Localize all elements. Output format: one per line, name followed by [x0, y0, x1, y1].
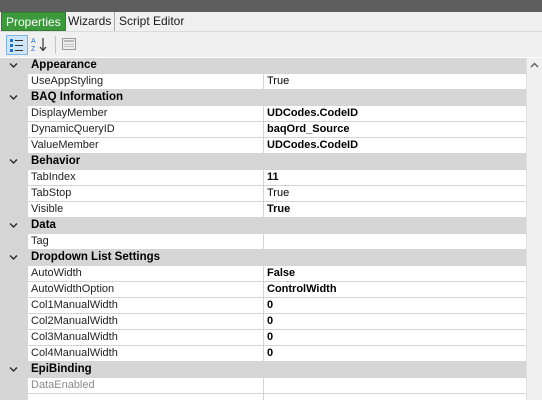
property-row-displaymember[interactable]: DisplayMember UDCodes.CodeID	[0, 105, 526, 122]
title-bar	[0, 0, 542, 12]
property-name: TabStop	[31, 187, 72, 199]
property-value[interactable]: UDCodes.CodeID	[263, 106, 525, 121]
row-gutter	[0, 265, 28, 282]
tab-wizards[interactable]: Wizards	[64, 12, 115, 31]
row-gutter	[0, 233, 28, 250]
property-row-col1manualwidth[interactable]: Col1ManualWidth 0	[0, 297, 526, 314]
property-value[interactable]: True	[263, 74, 525, 89]
category-title: Behavior	[31, 155, 81, 167]
category-behavior[interactable]: Behavior	[0, 154, 526, 170]
vertical-scrollbar[interactable]	[526, 58, 542, 400]
property-pages-icon	[62, 38, 76, 50]
property-value[interactable]: 0	[263, 330, 525, 345]
row-gutter	[0, 185, 28, 202]
row-gutter	[0, 137, 28, 154]
property-name: DataEnabled	[31, 379, 95, 391]
property-value[interactable]: 0	[263, 298, 525, 313]
chevron-down-icon[interactable]	[9, 221, 18, 230]
property-value[interactable]: True	[263, 186, 525, 201]
property-name: Visible	[31, 203, 64, 215]
property-name: AutoWidth	[31, 267, 82, 279]
category-title: Appearance	[31, 59, 97, 71]
category-dropdown-list-settings[interactable]: Dropdown List Settings	[0, 250, 526, 266]
property-value[interactable]: 11	[263, 170, 525, 185]
toolbar-separator	[55, 36, 56, 54]
property-name: AutoWidthOption	[31, 283, 115, 295]
row-gutter	[0, 313, 28, 330]
row-gutter	[0, 393, 28, 400]
property-row-dataenabled[interactable]: DataEnabled	[0, 377, 526, 394]
category-title: BAQ Information	[31, 91, 123, 103]
property-name: TabIndex	[31, 171, 76, 183]
row-gutter	[0, 281, 28, 298]
property-value[interactable]: UDCodes.CodeID	[263, 138, 525, 153]
row-gutter	[0, 73, 28, 90]
property-value[interactable]: True	[263, 202, 525, 217]
chevron-down-icon[interactable]	[9, 93, 18, 102]
property-row-col3manualwidth[interactable]: Col3ManualWidth 0	[0, 329, 526, 346]
property-value[interactable]: False	[263, 266, 525, 281]
chevron-down-icon[interactable]	[9, 61, 18, 70]
property-row-autowidth[interactable]: AutoWidth False	[0, 265, 526, 282]
property-name: DynamicQueryID	[31, 123, 115, 135]
svg-text:A: A	[31, 38, 36, 45]
category-title: EpiBinding	[31, 363, 92, 375]
chevron-down-icon[interactable]	[9, 157, 18, 166]
property-row-tag[interactable]: Tag	[0, 233, 526, 250]
property-value[interactable]: 0	[263, 314, 525, 329]
sort-az-icon: A Z	[31, 38, 47, 53]
row-gutter	[0, 329, 28, 346]
property-row-tabindex[interactable]: TabIndex 11	[0, 169, 526, 186]
property-name: UseAppStyling	[31, 75, 104, 87]
property-name: Col3ManualWidth	[31, 331, 118, 343]
row-gutter	[0, 201, 28, 218]
property-name: Col4ManualWidth	[31, 347, 118, 359]
property-pages-button[interactable]	[59, 35, 81, 55]
row-gutter	[0, 377, 28, 394]
property-name: Col1ManualWidth	[31, 299, 118, 311]
property-grid-toolbar: A Z	[0, 31, 542, 57]
row-gutter	[0, 121, 28, 138]
property-row-visible[interactable]: Visible True	[0, 201, 526, 218]
property-value[interactable]: ControlWidth	[263, 282, 525, 297]
property-value[interactable]	[263, 234, 525, 249]
category-epibinding[interactable]: EpiBinding	[0, 362, 526, 378]
chevron-down-icon[interactable]	[9, 365, 18, 374]
property-value[interactable]: baqOrd_Source	[263, 122, 525, 137]
property-name: Col2ManualWidth	[31, 315, 118, 327]
property-name: DisplayMember	[31, 107, 108, 119]
categorized-view-icon	[10, 39, 23, 52]
property-name: ValueMember	[31, 139, 99, 151]
chevron-down-icon[interactable]	[9, 253, 18, 262]
property-name: Tag	[31, 235, 49, 247]
row-gutter	[0, 297, 28, 314]
property-row-useappstyling[interactable]: UseAppStyling True	[0, 73, 526, 90]
tab-strip: Properties Wizards Script Editor	[0, 12, 542, 31]
row-gutter	[0, 169, 28, 186]
property-row-autowidthoption[interactable]: AutoWidthOption ControlWidth	[0, 281, 526, 298]
property-value[interactable]: 0	[263, 346, 525, 361]
property-row-tabstop[interactable]: TabStop True	[0, 185, 526, 202]
property-value[interactable]	[263, 394, 525, 400]
property-row-valuemember[interactable]: ValueMember UDCodes.CodeID	[0, 137, 526, 154]
categorized-view-button[interactable]	[6, 35, 28, 55]
row-gutter	[0, 345, 28, 362]
category-title: Dropdown List Settings	[31, 251, 161, 263]
category-data[interactable]: Data	[0, 218, 526, 234]
row-gutter	[0, 105, 28, 122]
category-title: Data	[31, 219, 56, 231]
property-value[interactable]	[263, 378, 525, 393]
category-baq-information[interactable]: BAQ Information	[0, 90, 526, 106]
category-appearance[interactable]: Appearance	[0, 58, 526, 74]
svg-text:Z: Z	[31, 46, 36, 53]
property-row-partial[interactable]	[0, 393, 526, 400]
tab-properties[interactable]: Properties	[1, 12, 66, 31]
property-grid: Appearance UseAppStyling True BAQ Inform…	[0, 58, 526, 400]
property-row-col2manualwidth[interactable]: Col2ManualWidth 0	[0, 313, 526, 330]
tab-script-editor[interactable]: Script Editor	[114, 12, 188, 31]
scroll-up-arrow-icon[interactable]	[530, 62, 539, 68]
property-row-col4manualwidth[interactable]: Col4ManualWidth 0	[0, 345, 526, 362]
alphabetical-sort-button[interactable]: A Z	[29, 35, 51, 55]
property-row-dynamicqueryid[interactable]: DynamicQueryID baqOrd_Source	[0, 121, 526, 138]
